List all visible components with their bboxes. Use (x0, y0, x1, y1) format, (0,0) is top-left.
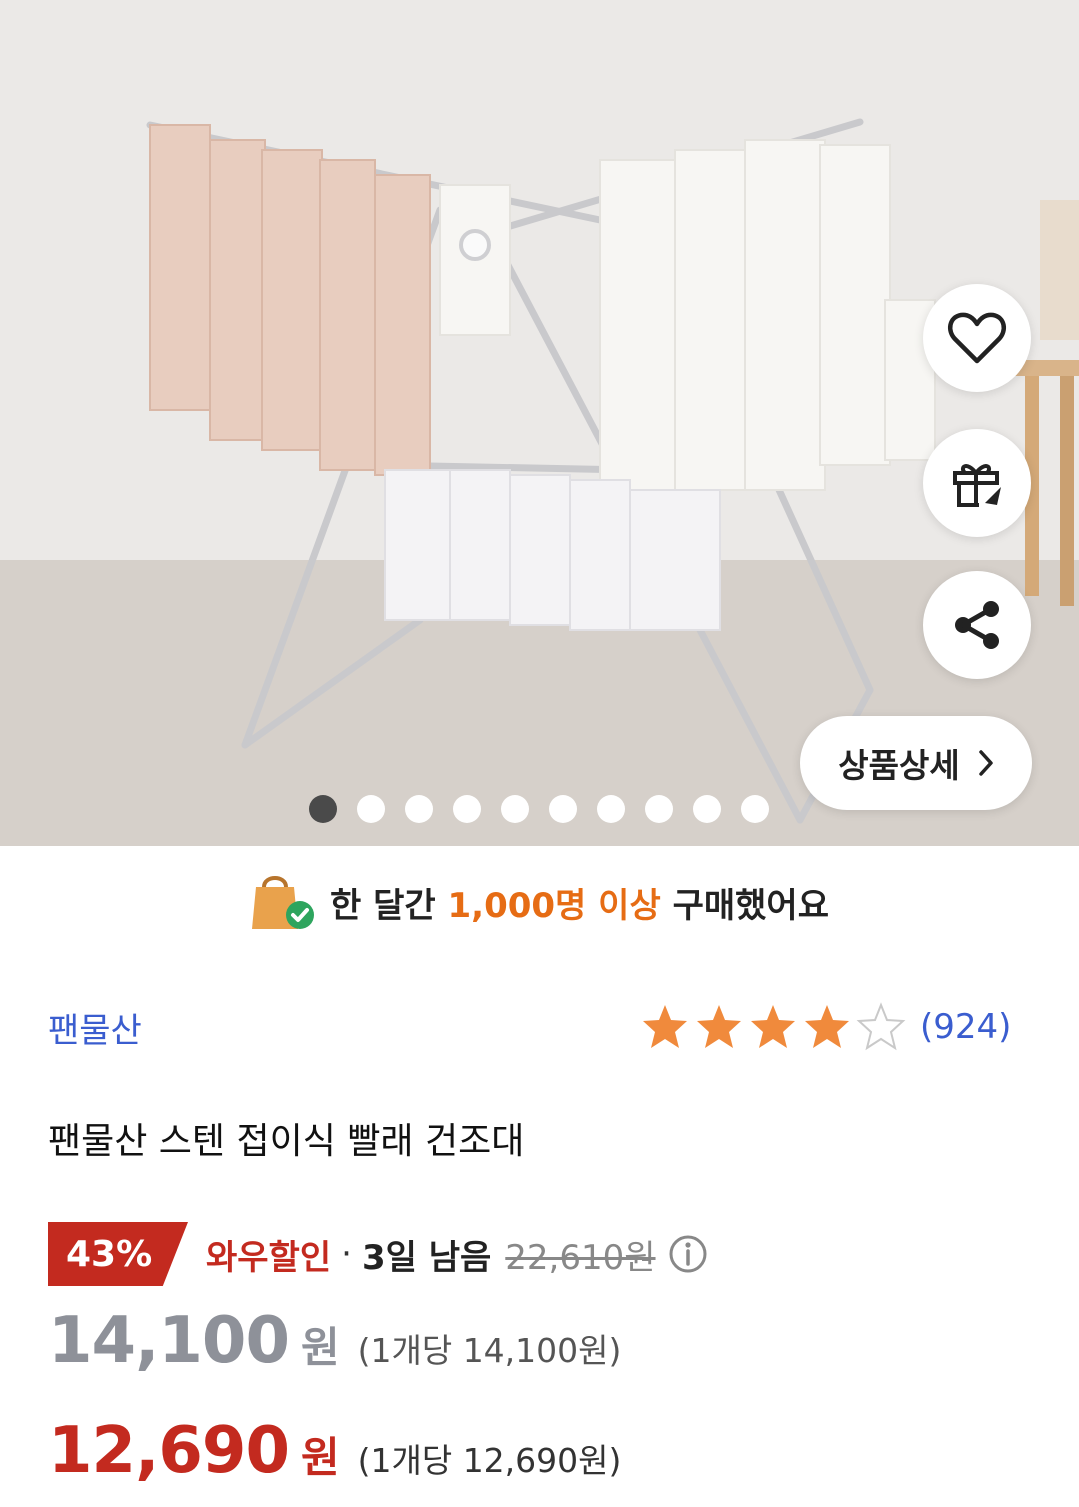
star-filled-icon (697, 1005, 741, 1048)
carousel-dot[interactable] (453, 795, 481, 823)
star-filled-icon (751, 1005, 795, 1048)
regular-price-amount: 14,100 (48, 1304, 290, 1378)
wow-price-amount: 12,690 (48, 1414, 290, 1488)
separator: · (341, 1234, 352, 1274)
regular-price-currency: 원 (300, 1323, 340, 1372)
banner-highlight: 1,000명 이상 (447, 885, 661, 926)
product-title: 팬물산 스텐 접이식 빨래 건조대 (48, 1121, 525, 1162)
star-filled-icon (805, 1005, 849, 1048)
discount-row: 43% 와우할인 · 3일 남음 22,610원 (48, 1222, 708, 1286)
wishlist-button[interactable] (923, 284, 1031, 392)
banner-suffix: 구매했어요 (672, 885, 829, 926)
wow-discount-label: 와우할인 (206, 1237, 332, 1278)
share-button[interactable] (923, 571, 1031, 679)
rating[interactable]: (924) (640, 1002, 1011, 1052)
chevron-right-icon (978, 750, 993, 776)
star-empty-icon (856, 1002, 906, 1051)
wow-unit-price: (1개당 12,690원) (357, 1441, 622, 1480)
wow-price-currency: 원 (300, 1433, 340, 1482)
purchase-count-banner: 한 달간 1,000명 이상 구매했어요 (0, 866, 1079, 938)
carousel-dot[interactable] (645, 795, 673, 823)
carousel-dot[interactable] (741, 795, 769, 823)
carousel-dot[interactable] (405, 795, 433, 823)
seller-link[interactable]: 팬물산 (48, 1003, 142, 1052)
time-left: 3일 남음 (361, 1237, 492, 1278)
wow-price: 12,690 원 (1개당 12,690원) (48, 1414, 621, 1488)
carousel-dot[interactable] (597, 795, 625, 823)
carousel-dot[interactable] (693, 795, 721, 823)
share-icon (955, 601, 999, 649)
rating-stars (640, 1002, 906, 1052)
gift-icon (953, 464, 1001, 507)
shopping-bag-check-icon (251, 876, 314, 929)
heart-icon (947, 312, 1007, 364)
product-detail-label: 상품상세 (838, 746, 960, 785)
gift-button[interactable] (923, 429, 1031, 537)
banner-prefix: 한 달간 (329, 885, 436, 926)
review-count[interactable]: (924) (920, 1007, 1011, 1047)
info-icon[interactable] (668, 1234, 708, 1274)
product-detail-button[interactable]: 상품상세 (800, 716, 1032, 810)
carousel-dot[interactable] (501, 795, 529, 823)
carousel-dot[interactable] (357, 795, 385, 823)
regular-price: 14,100 원 (1개당 14,100원) (48, 1304, 621, 1378)
carousel-pagination (309, 795, 769, 823)
star-filled-icon (643, 1005, 687, 1048)
original-price: 22,610원 (505, 1237, 656, 1278)
regular-unit-price: (1개당 14,100원) (357, 1331, 622, 1370)
carousel-dot[interactable] (549, 795, 577, 823)
product-image-carousel[interactable]: 상품상세 (0, 0, 1079, 846)
discount-badge: 43% (48, 1222, 188, 1286)
carousel-dot[interactable] (309, 795, 337, 823)
